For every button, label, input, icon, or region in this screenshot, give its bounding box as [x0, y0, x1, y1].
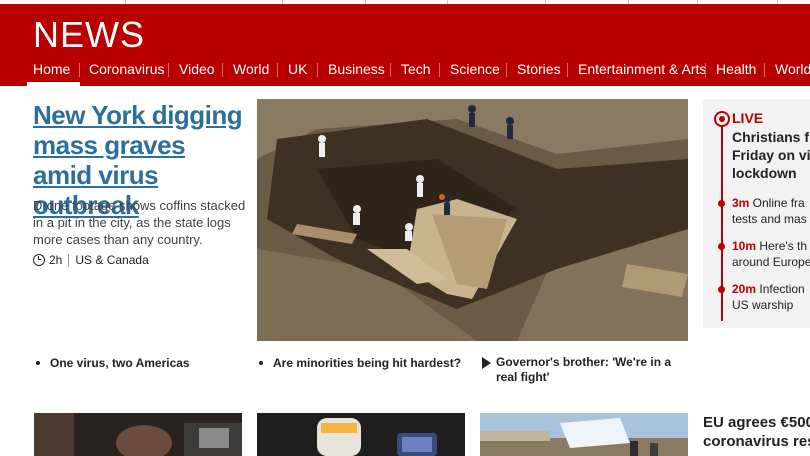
related-link-2[interactable]: Are minorities being hit hardest?: [273, 356, 478, 371]
nav-item-entertainment-arts[interactable]: Entertainment & Arts: [578, 60, 706, 86]
timeline-dot: [718, 286, 725, 293]
nav-separator: [222, 63, 223, 77]
lead-meta: 2h US & Canada: [33, 253, 149, 267]
lead-time: 2h: [49, 253, 63, 267]
nav-separator: [705, 63, 706, 77]
live-title-line: Friday on vi: [732, 147, 810, 163]
entry-text: US warship: [732, 298, 794, 312]
entry-text: tests and mas: [732, 212, 807, 226]
nav-separator: [439, 63, 440, 77]
news-logo[interactable]: NEWS: [33, 14, 145, 56]
play-icon: [482, 357, 491, 369]
entry-time: 3m: [732, 196, 750, 210]
main-nav: Home Coronavirus Video World UK Business…: [0, 60, 810, 86]
entry-text: Online fra: [749, 196, 805, 210]
thumbnail-image: [480, 413, 688, 456]
live-title-line: Christians f: [732, 129, 810, 145]
nav-separator: [764, 63, 765, 77]
nav-item-business[interactable]: Business: [328, 60, 385, 86]
live-indicator-dot: [719, 116, 725, 122]
meta-divider: [68, 253, 70, 267]
eu-headline-line: EU agrees €500: [703, 414, 810, 431]
clock-icon: [33, 254, 45, 266]
live-label: LIVE: [732, 110, 764, 126]
bullet-icon: [259, 361, 263, 365]
site-header: NEWS Home Coronavirus Video World UK Bus…: [0, 4, 810, 86]
lead-summary: Drone footage shows coffins stacked in a…: [33, 198, 246, 247]
eu-headline-line: coronavirus res: [703, 433, 810, 450]
entry-text: Here's th: [756, 239, 808, 253]
related-link-3[interactable]: Governor's brother: 'We're in a real fig…: [496, 355, 686, 385]
live-title-line: lockdown: [732, 165, 797, 181]
live-entry[interactable]: 20m Infection US warship: [732, 281, 810, 313]
live-entry[interactable]: 10m Here's th around Europe: [732, 238, 810, 270]
timeline-dot: [718, 243, 725, 250]
live-title[interactable]: Christians f Friday on vi lockdown: [732, 128, 810, 182]
bullet-icon: [36, 361, 40, 365]
mass-grave-aerial-image: [257, 99, 688, 341]
nav-item-tech[interactable]: Tech: [401, 60, 431, 86]
nav-item-world-news[interactable]: World: [775, 60, 810, 86]
nav-separator: [567, 63, 568, 77]
story-thumbnail[interactable]: [34, 413, 242, 456]
nav-item-video[interactable]: Video: [179, 60, 215, 86]
live-panel[interactable]: LIVE Christians f Friday on vi lockdown …: [703, 99, 810, 328]
thumbnail-image: [34, 413, 242, 456]
nav-item-stories[interactable]: Stories: [517, 60, 561, 86]
nav-separator: [168, 63, 169, 77]
live-entry[interactable]: 3m Online fra tests and mas: [732, 195, 810, 227]
nav-separator: [277, 63, 278, 77]
story-thumbnail[interactable]: [257, 413, 465, 456]
timeline-dot: [718, 200, 725, 207]
nav-item-home[interactable]: Home: [26, 60, 81, 86]
entry-time: 10m: [732, 239, 757, 253]
story-thumbnail[interactable]: [480, 413, 688, 456]
nav-item-coronavirus[interactable]: Coronavirus: [89, 60, 164, 86]
nav-item-science[interactable]: Science: [450, 60, 500, 86]
entry-text: around Europe: [732, 255, 810, 269]
entry-time: 20m: [732, 282, 757, 296]
nav-separator: [390, 63, 391, 77]
eu-headline[interactable]: EU agrees €500 coronavirus res: [703, 413, 810, 451]
nav-separator: [506, 63, 507, 77]
nav-separator: [317, 63, 318, 77]
nav-item-uk[interactable]: UK: [288, 60, 307, 86]
nav-item-health[interactable]: Health: [716, 60, 756, 86]
nav-separator: [79, 63, 80, 77]
related-link-1[interactable]: One virus, two Americas: [50, 356, 250, 371]
entry-text: Infection: [756, 282, 805, 296]
lead-section-link[interactable]: US & Canada: [75, 253, 148, 267]
lead-photo[interactable]: [257, 99, 688, 341]
thumbnail-image: [257, 413, 465, 456]
nav-item-world[interactable]: World: [233, 60, 269, 86]
